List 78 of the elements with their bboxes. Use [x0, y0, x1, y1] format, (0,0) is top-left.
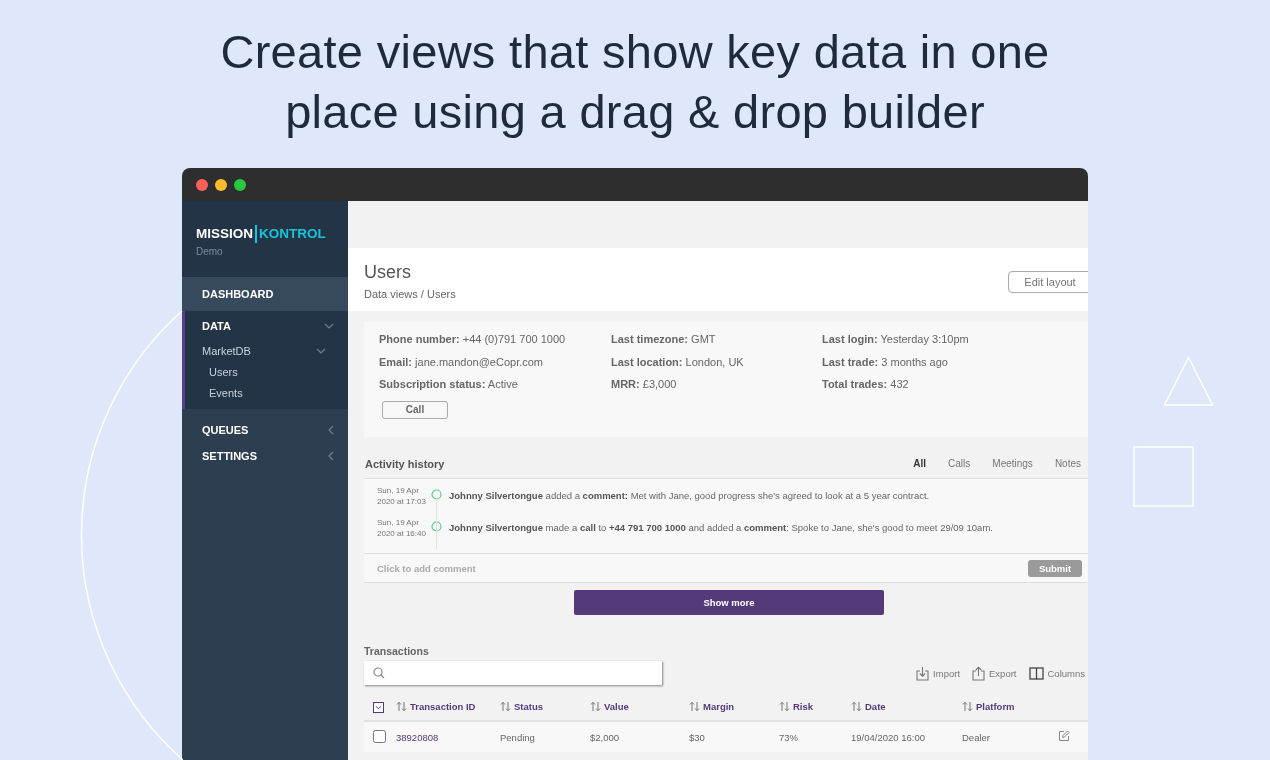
page-title: Users: [364, 262, 412, 283]
triangle-outline-drawing: [1163, 356, 1214, 407]
columns-icon: [1028, 666, 1044, 680]
select-all-checkbox-icon[interactable]: [373, 702, 384, 713]
profile-field: Last login: Yesterday 3:10pm: [822, 334, 1079, 357]
activity-text: Johnny Silvertongue made a call to +44 791 700 1000 and added a comment: Spoke to Jane, she's good to meet 29/09 10am.: [449, 521, 993, 533]
timestamp: Sun, 19 Apr 2020 at 16:40: [376, 517, 427, 539]
timeline-dot-icon: [431, 489, 442, 500]
breadcrumb: Data views / Users: [364, 288, 456, 300]
table-cell: $30: [689, 731, 705, 743]
column-header[interactable]: Risk: [779, 701, 814, 712]
profile-field: Total trades: 432: [822, 379, 1079, 402]
headline: Create views that show key data in one place using a drag & drop builder: [219, 24, 1051, 140]
filter-tab[interactable]: Calls: [926, 458, 971, 469]
chevron-left-icon[interactable]: [328, 425, 334, 435]
sort-icon: [851, 701, 862, 712]
profile-field: Subscription status: Active: [379, 379, 611, 402]
sidebar-item[interactable]: DASHBOARD: [182, 277, 348, 311]
edit-icon[interactable]: [1058, 730, 1070, 742]
table-cell: Dealer: [962, 731, 990, 743]
logo: MISSION KONTROL: [196, 225, 326, 243]
sort-icon: [689, 701, 700, 712]
sidebar-item[interactable]: Users: [185, 361, 348, 382]
column-header[interactable]: Margin: [689, 701, 735, 712]
search-field[interactable]: [364, 661, 662, 685]
sidebar-item[interactable]: MarketDB: [185, 341, 348, 361]
comment-input[interactable]: Click to add comment: [377, 562, 677, 574]
tray-arrow-down-icon: [916, 665, 930, 681]
section-title: Activity history: [365, 457, 445, 470]
show-more-button[interactable]: Show more: [574, 590, 884, 615]
profile-field: Last location: London, UK: [611, 356, 822, 379]
filter-tab[interactable]: Notes: [1032, 458, 1081, 469]
table-cell: $2,000: [590, 731, 620, 743]
table-cell: 73%: [779, 731, 798, 743]
sidebar-item[interactable]: QUEUES: [182, 417, 348, 443]
column-header[interactable]: Transaction ID: [396, 701, 476, 712]
edit-layout-button[interactable]: Edit layout: [1008, 271, 1088, 293]
column-header[interactable]: Platform: [962, 701, 1015, 712]
table-cell: Pending: [500, 731, 535, 743]
maximize-icon[interactable]: [234, 178, 246, 191]
sort-icon: [396, 701, 407, 712]
timeline-dot-icon: [431, 521, 442, 532]
minimize-icon[interactable]: [215, 178, 227, 191]
sort-icon: [779, 701, 790, 712]
profile-field: Last trade: 3 months ago: [822, 356, 1079, 379]
tray-arrow-up-icon: [972, 665, 986, 681]
activity-text: Johnny Silvertongue added a comment: Met with Jane, good progress she's agreed to look at a 5 year contract.: [449, 489, 930, 501]
filter-tab[interactable]: All: [891, 458, 927, 469]
search-icon: [373, 667, 385, 679]
chevron-down-icon[interactable]: [324, 323, 334, 329]
sidebar-item[interactable]: SETTINGS: [182, 443, 348, 469]
columns-button[interactable]: Columns: [1028, 665, 1085, 681]
column-header[interactable]: Date: [851, 701, 886, 712]
profile-field: Last timezone: GMT: [611, 334, 822, 357]
square-outline-drawing: [1133, 446, 1194, 507]
sort-icon: [590, 701, 601, 712]
profile-field: Phone number: +44 (0)791 700 1000: [379, 334, 611, 357]
column-header[interactable]: Status: [500, 701, 544, 712]
sidebar-item[interactable]: Events: [185, 382, 348, 403]
profile-field: MRR: £3,000: [611, 379, 822, 402]
row-checkbox[interactable]: [373, 729, 386, 743]
sort-icon: [962, 701, 973, 712]
sort-icon: [500, 701, 511, 712]
transaction-link[interactable]: 38920808: [396, 731, 439, 743]
sidebar-item[interactable]: DATA: [185, 311, 348, 341]
workspace-label: Demo: [196, 246, 223, 257]
table-cell: 19/04/2020 16:00: [851, 731, 925, 743]
call-button[interactable]: Call: [382, 400, 448, 419]
export-button[interactable]: Export: [972, 665, 1017, 681]
chevron-down-icon[interactable]: [316, 348, 326, 354]
filter-tab[interactable]: Meetings: [970, 458, 1033, 469]
column-header[interactable]: Value: [590, 701, 629, 712]
chevron-left-icon[interactable]: [328, 451, 334, 461]
timestamp: Sun, 19 Apr 2020 at 17:03: [376, 485, 427, 507]
profile-field: Email: jane.mandon@eCopr.com: [379, 356, 611, 379]
import-button[interactable]: Import: [916, 665, 961, 681]
section-title: Transactions: [364, 645, 429, 657]
close-icon[interactable]: [196, 178, 208, 191]
